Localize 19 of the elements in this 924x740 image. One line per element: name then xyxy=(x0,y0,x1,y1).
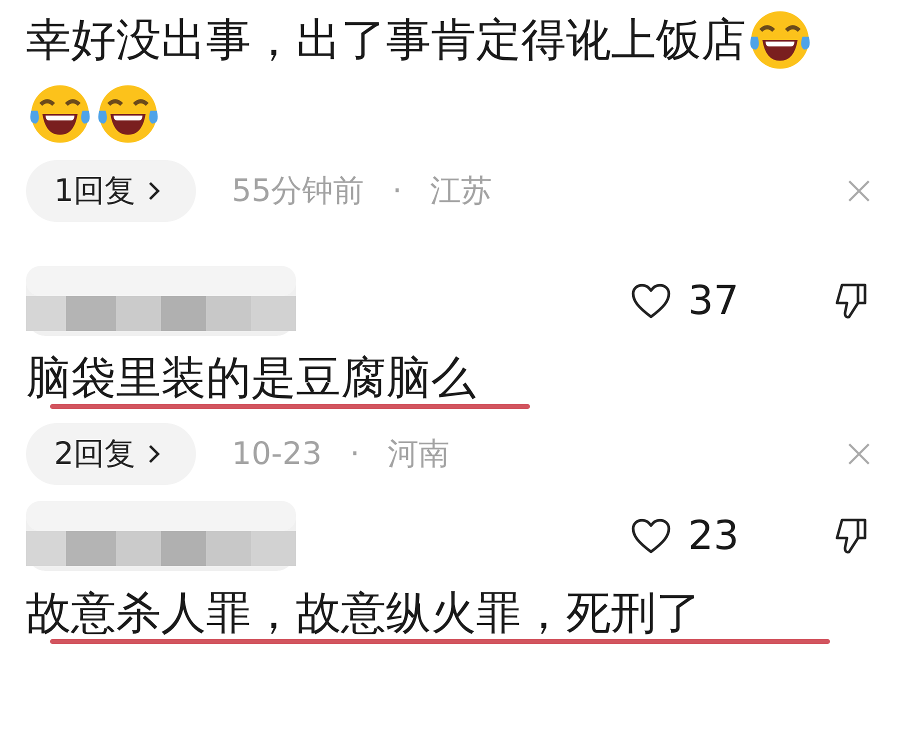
comment-text: 幸好没出事，出了事肯定得讹上饭店 xyxy=(26,12,746,68)
comment-time: 10-23 xyxy=(232,436,322,472)
like-count: 37 xyxy=(688,278,740,324)
separator-dot: · xyxy=(350,436,360,472)
replies-button[interactable]: 2回复 xyxy=(26,423,196,485)
comment-time: 55分钟前 xyxy=(232,172,364,211)
comment-text: 脑袋里装的是豆腐脑么 xyxy=(26,350,476,406)
comment-location: 江苏 xyxy=(430,172,492,211)
heart-icon[interactable] xyxy=(630,282,672,320)
chevron-right-icon xyxy=(148,181,160,201)
separator-dot: · xyxy=(392,173,402,209)
thumbs-down-icon[interactable] xyxy=(834,281,868,321)
heart-icon[interactable] xyxy=(630,517,672,555)
thumbs-down-icon[interactable] xyxy=(834,516,868,556)
comment-location: 河南 xyxy=(388,435,450,474)
like-count: 23 xyxy=(688,513,740,559)
replies-button[interactable]: 1回复 xyxy=(26,160,196,222)
comment-text: 故意杀人罪，故意纵火罪，死刑了 xyxy=(26,585,701,641)
chevron-right-icon xyxy=(148,444,160,464)
